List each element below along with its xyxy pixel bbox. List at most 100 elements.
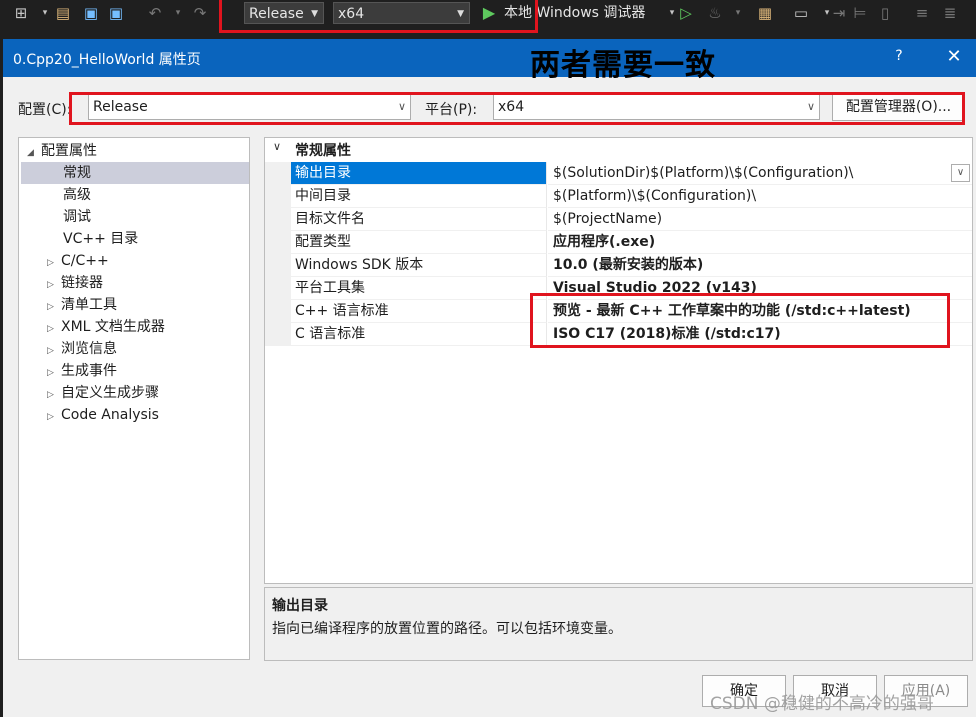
hot-reload-icon[interactable]: ♨ [705,3,725,23]
save-icon[interactable]: ▣ [81,3,101,23]
property-value[interactable]: $(Platform)\$(Configuration)\ [548,185,972,208]
collapsed-triangle-icon: ▷ [47,368,54,378]
dialog-title: 0.Cpp20_HelloWorld 属性页 [13,52,201,68]
property-value[interactable]: $(SolutionDir)$(Platform)\$(Configuratio… [548,162,972,185]
annotation-text: 两者需要一致 [530,48,716,83]
tree-item-debugging[interactable]: 调试 [63,206,91,228]
tree-item-code-analysis[interactable]: ▷ Code Analysis [47,404,159,426]
expanded-triangle-icon: ◢ [27,148,34,158]
property-row-intermediate-dir[interactable]: 中间目录 $(Platform)\$(Configuration)\ [265,185,972,208]
start-debug-icon[interactable]: ▶ [479,3,499,23]
browser-icon[interactable]: ▭ [791,3,811,23]
property-row-config-type[interactable]: 配置类型 应用程序(.exe) [265,231,972,254]
property-value[interactable]: 10.0 (最新安装的版本) [548,254,972,277]
property-value[interactable]: 应用程序(.exe) [548,231,972,254]
collapsed-triangle-icon: ▷ [47,390,54,400]
property-value[interactable]: Visual Studio 2022 (v143) [548,277,972,300]
tree-item-xml-doc-generator[interactable]: ▷ XML 文档生成器 [47,316,165,338]
tree-item-browse-info[interactable]: ▷ 浏览信息 [47,338,117,360]
property-row-target-name[interactable]: 目标文件名 $(ProjectName) [265,208,972,231]
tree-item-general[interactable]: 常规 [21,162,249,184]
uncomment-icon[interactable]: ≣ [940,3,960,23]
tree-item-label: 高级 [63,187,91,203]
format-icon[interactable]: ⊨ [850,3,870,23]
config-manager-button[interactable]: 配置管理器(O)... [832,93,965,121]
start-without-debug-icon[interactable]: ▷ [676,3,696,23]
close-button[interactable]: ✕ [943,46,965,68]
save-all-icon[interactable]: ▣ [106,3,126,23]
property-value[interactable]: 预览 - 最新 C++ 工作草案中的功能 (/std:c++latest) [548,300,972,323]
tree-item-c-cpp[interactable]: ▷ C/C++ [47,250,109,272]
tree-item-label: 链接器 [61,275,103,291]
step-icon[interactable]: ⇥ [829,3,849,23]
property-name: C 语言标准 [291,323,547,346]
tree-item-label: 浏览信息 [61,341,117,357]
tree-item-label: 自定义生成步骤 [61,385,159,401]
bookmark-icon[interactable]: ▯ [875,3,895,23]
property-value[interactable]: $(ProjectName) [548,208,972,231]
tree-item-label: Code Analysis [61,407,159,423]
row-gutter [265,300,291,323]
solution-config-dropdown[interactable]: Release ▼ [244,2,324,24]
config-value: Release [93,99,148,115]
property-row-c-standard[interactable]: C 语言标准 ISO C17 (2018)标准 (/std:c17) [265,323,972,346]
solution-config-value: Release [249,6,304,22]
tree-item-manifest-tool[interactable]: ▷ 清单工具 [47,294,117,316]
tree-item-vc-directories[interactable]: VC++ 目录 [63,228,138,250]
tree-item-label: C/C++ [61,253,109,269]
platform-value: x64 [498,99,525,115]
tree-item-advanced[interactable]: 高级 [63,184,91,206]
tree-item-label: 常规 [63,165,91,181]
redo-icon[interactable]: ↷ [190,3,210,23]
tree-item-label: XML 文档生成器 [61,319,165,335]
collapsed-triangle-icon: ▷ [47,280,54,290]
tree-item-build-events[interactable]: ▷ 生成事件 [47,360,117,382]
chevron-down-icon: ∨ [397,100,406,113]
category-title: 常规属性 [295,143,351,159]
new-project-icon[interactable]: ⊞ [11,3,31,23]
property-row-cpp-standard[interactable]: C++ 语言标准 预览 - 最新 C++ 工作草案中的功能 (/std:c++l… [265,300,972,323]
property-row-output-dir[interactable]: 输出目录 $(SolutionDir)$(Platform)\$(Configu… [265,162,972,185]
description-text: 指向已编译程序的放置位置的路径。可以包括环境变量。 [272,621,622,637]
run-target-label[interactable]: 本地 Windows 调试器 [504,3,645,23]
property-name: Windows SDK 版本 [291,254,547,277]
property-row-windows-sdk[interactable]: Windows SDK 版本 10.0 (最新安装的版本) [265,254,972,277]
dialog-titlebar[interactable]: 0.Cpp20_HelloWorld 属性页 两者需要一致 ? ✕ [3,39,976,83]
chevron-down-icon[interactable]: ∨ [273,140,281,153]
row-gutter [265,208,291,231]
platform-label: 平台(P): [425,102,478,118]
category-row[interactable]: ∨ 常规属性 [265,138,972,160]
tree-item-custom-build-step[interactable]: ▷ 自定义生成步骤 [47,382,159,404]
watermark-text: CSDN @稳健的不高冷的强哥 [710,694,934,714]
property-tree: ◢ 配置属性 常规 高级 调试 VC++ 目录 ▷ C/C++ ▷ 链接器 ▷ 清单工具… [18,137,250,660]
description-panel: 输出目录 指向已编译程序的放置位置的路径。可以包括环境变量。 [264,587,973,661]
main-toolbar: ⊞ ▾ ▤ ▣ ▣ ↶ ▾ ↷ Release ▼ x64 ▼ ▶ 本地 Win… [0,0,976,27]
tree-item-label: VC++ 目录 [63,231,139,247]
chevron-down-icon: ∨ [806,100,815,113]
comment-icon[interactable]: ≡ [912,3,932,23]
tree-item-label: 配置属性 [41,143,97,159]
dropdown-arrow-icon[interactable]: ▾ [35,3,55,23]
property-pages-dialog: 0.Cpp20_HelloWorld 属性页 两者需要一致 ? ✕ 配置(C):… [3,39,976,717]
help-button[interactable]: ? [889,48,909,68]
open-folder-icon[interactable]: ▤ [53,3,73,23]
property-grid: ∨ 常规属性 输出目录 $(SolutionDir)$(Platform)\$(… [264,137,973,584]
config-label: 配置(C): [18,102,72,118]
config-select[interactable]: Release ∨ [88,94,411,120]
undo-icon[interactable]: ↶ [145,3,165,23]
tree-item-config-properties[interactable]: ◢ 配置属性 [27,140,249,162]
solution-explorer-icon[interactable]: ▦ [755,3,775,23]
property-row-platform-toolset[interactable]: 平台工具集 Visual Studio 2022 (v143) [265,277,972,300]
platform-select[interactable]: x64 ∨ [493,94,820,120]
solution-platform-dropdown[interactable]: x64 ▼ [333,2,470,24]
chevron-down-icon[interactable]: ∨ [951,164,970,182]
tree-item-linker[interactable]: ▷ 链接器 [47,272,103,294]
property-value[interactable]: ISO C17 (2018)标准 (/std:c17) [548,323,972,346]
undo-dropdown-icon[interactable]: ▾ [168,3,188,23]
solution-platform-value: x64 [338,6,365,22]
hot-reload-dropdown-icon[interactable]: ▾ [728,3,748,23]
collapsed-triangle-icon: ▷ [47,346,54,356]
row-gutter [265,323,291,346]
row-gutter [265,277,291,300]
row-gutter [265,162,291,185]
